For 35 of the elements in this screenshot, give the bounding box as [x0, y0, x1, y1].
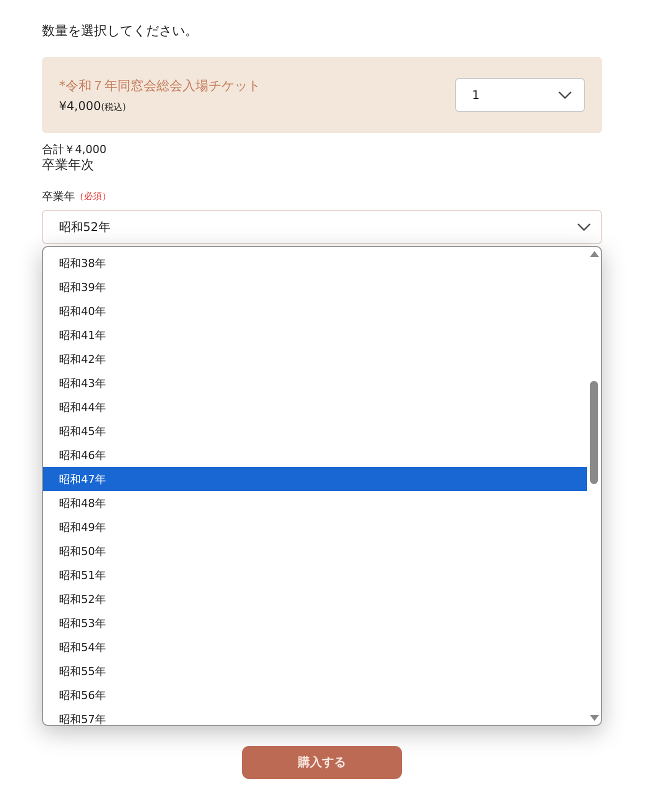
field-label: 卒業年 [42, 189, 75, 204]
dropdown-option[interactable]: 昭和53年 [43, 611, 587, 635]
ticket-price: ¥4,000 [59, 98, 101, 112]
section-title: 卒業年次 [42, 157, 95, 175]
year-select[interactable]: 昭和52年 [42, 210, 602, 244]
dropdown-option[interactable]: 昭和51年 [43, 563, 587, 587]
dropdown-option[interactable]: 昭和43年 [43, 371, 587, 395]
scroll-down-icon[interactable] [590, 715, 598, 721]
dropdown-option[interactable]: 昭和50年 [43, 539, 587, 563]
scrollbar-thumb[interactable] [590, 381, 598, 484]
dropdown-option[interactable]: 昭和49年 [43, 515, 587, 539]
tax-note: (税込) [101, 102, 126, 114]
required-note: （必須） [75, 190, 111, 203]
dropdown-option[interactable]: 昭和47年 [43, 467, 587, 491]
dropdown-option[interactable]: 昭和40年 [43, 299, 587, 323]
quantity-select[interactable]: 1 [455, 78, 585, 112]
chevron-down-icon [558, 91, 572, 99]
dropdown-option[interactable]: 昭和54年 [43, 635, 587, 659]
scroll-up-icon[interactable] [590, 251, 598, 257]
dropdown-option[interactable]: 昭和52年 [43, 587, 587, 611]
dropdown-option[interactable]: 昭和55年 [43, 659, 587, 683]
dropdown-option[interactable]: 昭和45年 [43, 419, 587, 443]
ticket-name: *令和７年同窓会総会入場チケット [59, 78, 260, 94]
total-text: 合計￥4,000 [42, 143, 108, 157]
dropdown-option[interactable]: 昭和57年 [43, 707, 587, 725]
dropdown-option[interactable]: 昭和38年 [43, 251, 587, 275]
dropdown-option[interactable]: 昭和56年 [43, 683, 587, 707]
dropdown-option[interactable]: 昭和44年 [43, 395, 587, 419]
dropdown-option[interactable]: 昭和39年 [43, 275, 587, 299]
instruction-text: 数量を選択してください。 [42, 23, 199, 41]
chevron-down-icon [577, 223, 591, 231]
dropdown-option[interactable]: 昭和48年 [43, 491, 587, 515]
dropdown-option[interactable]: 昭和42年 [43, 347, 587, 371]
dropdown-option[interactable]: 昭和41年 [43, 323, 587, 347]
dropdown-option[interactable]: 昭和46年 [43, 443, 587, 467]
